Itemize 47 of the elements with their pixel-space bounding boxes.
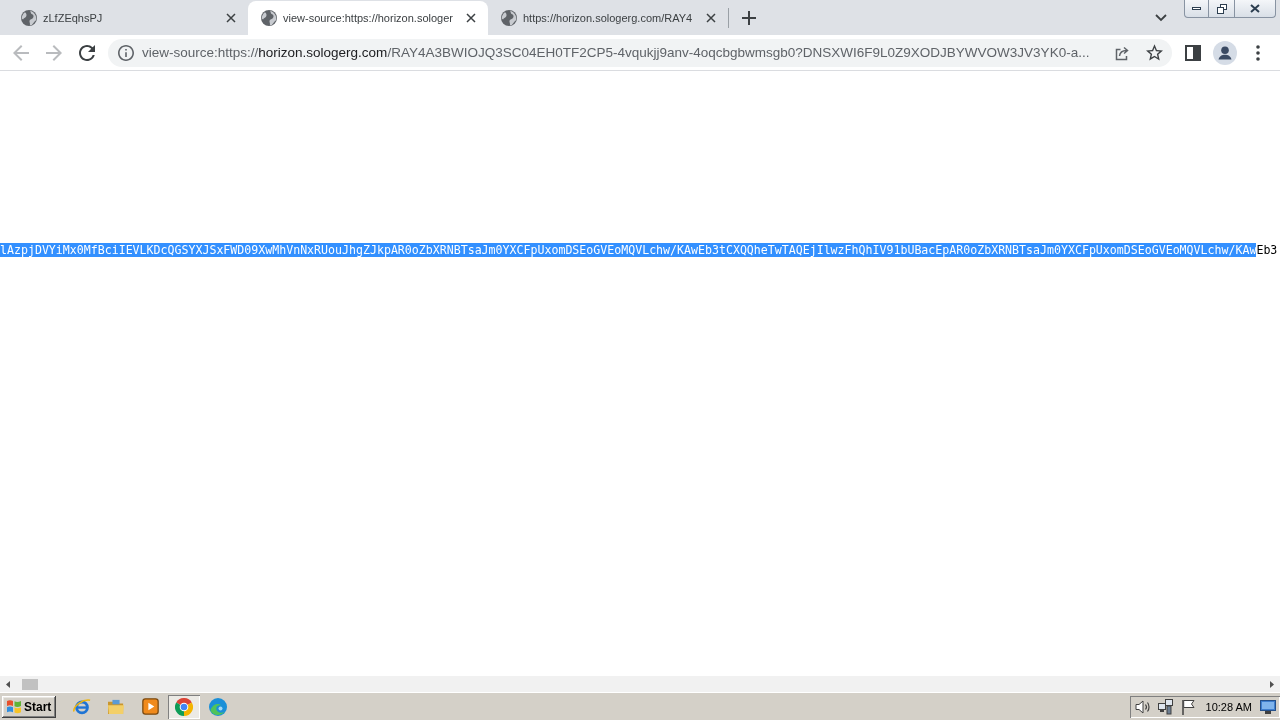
source-text: Eb3	[1256, 243, 1278, 257]
triangle-right-icon	[1270, 680, 1274, 688]
globe-icon	[501, 10, 517, 26]
circle-logo-icon	[175, 697, 194, 716]
swirl-icon	[209, 697, 228, 716]
avatar-icon	[1213, 40, 1237, 65]
side-panel-icon	[1185, 44, 1201, 61]
e-ring-icon	[73, 697, 92, 716]
minimize-button[interactable]	[1184, 0, 1209, 18]
close-icon	[466, 13, 476, 23]
clock-text: 10:28 AM	[1205, 700, 1252, 713]
profile-button[interactable]	[1211, 38, 1239, 67]
close-icon	[1250, 4, 1260, 13]
info-icon[interactable]	[118, 44, 134, 61]
tab[interactable]: https://horizon.sologerg.com/RAY4	[488, 1, 728, 35]
scrollbar-thumb[interactable]	[22, 678, 38, 690]
close-button[interactable]	[1234, 0, 1276, 18]
url-text: view-source:https://horizon.sologerg.com/RAY4A3BWIOJQ3SC04EH0TF2CP5-4vqukjj9anv-4oqcbgbwmsgb0?DNSXWI6F9L0Z9XODJBYWVOW3JV3YK0-a...	[142, 45, 1091, 60]
tab[interactable]: zLfZEqhsPJ	[8, 1, 248, 35]
close-icon	[706, 13, 716, 23]
plus-icon	[742, 10, 756, 25]
restore-button[interactable]	[1208, 0, 1235, 18]
dots-menu-icon	[1256, 44, 1260, 61]
chevron-down-icon	[1155, 13, 1167, 22]
restore-icon	[1216, 3, 1227, 14]
triangle-left-icon	[6, 680, 10, 688]
globe-icon	[261, 10, 277, 26]
close-icon	[226, 13, 236, 23]
share-icon	[1114, 44, 1130, 61]
network-icon[interactable]	[1157, 698, 1174, 715]
flag-icon[interactable]	[1180, 698, 1195, 715]
minimize-icon	[1192, 7, 1201, 10]
globe-icon	[21, 10, 37, 26]
tab[interactable]: view-source:https://horizon.sologer	[248, 1, 488, 35]
desktop-icon[interactable]	[1260, 699, 1276, 714]
address-bar[interactable]: view-source:https://horizon.sologerg.com/RAY4A3BWIOJQ3SC04EH0TF2CP5-4vqukjj9anv-4oqcbgbwmsgb0?DNSXWI6F9L0Z9XODJBYWVOW3JV3YK0-a...	[108, 38, 1172, 67]
selected-source-text: lAzpjDVYiMx0MfBciIEVLKDcQGSYXJSxFWD09XwMhVnNxRUouJhgZJkpAR0oZbXRNBTsaJm0YXCFpUxomDSEoGVEoMQVLchw/KAwEb3tCXQQheTwTAQEjIlwzFhQhIV91bUBacEpAR0oZbXRNBTsaJm0YXCFpUxomDSEoGVEoMQVLchw/KAw	[0, 243, 1257, 257]
folder-icon	[107, 698, 126, 715]
reload-icon	[79, 44, 95, 61]
start-button[interactable]: Start	[2, 695, 57, 718]
flag-logo-icon	[6, 699, 22, 714]
arrow-right-icon	[46, 44, 62, 61]
arrow-left-icon	[13, 44, 29, 61]
star-icon	[1145, 44, 1163, 61]
play-tile-icon	[141, 698, 159, 715]
taskbar-app-button[interactable]	[168, 694, 201, 719]
speaker-icon[interactable]	[1134, 698, 1151, 715]
